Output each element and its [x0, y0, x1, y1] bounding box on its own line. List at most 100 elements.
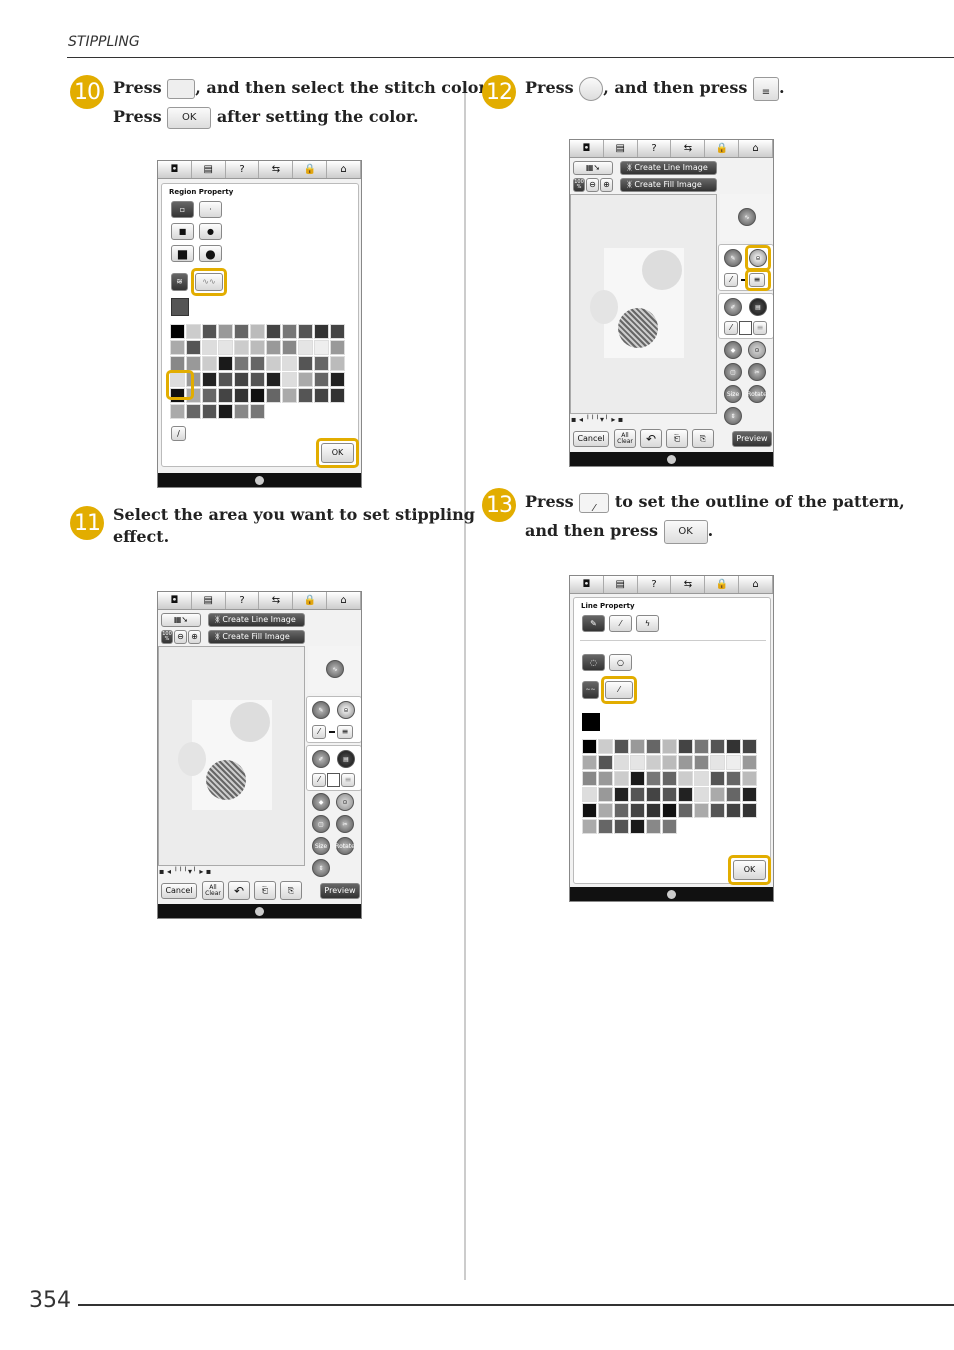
- color-swatch[interactable]: [614, 755, 629, 770]
- color-swatch[interactable]: [614, 819, 629, 834]
- move-icon[interactable]: ⇕: [724, 407, 742, 425]
- color-swatch[interactable]: [726, 787, 741, 802]
- triple-stitch-button[interactable]: ○: [609, 654, 632, 671]
- camera-icon[interactable]: ◘: [158, 161, 192, 178]
- rotate-right-icon[interactable]: ⎘: [692, 429, 714, 448]
- color-swatch[interactable]: [282, 356, 297, 371]
- all-clear-button[interactable]: All Clear: [614, 429, 636, 448]
- fill-stitch-icon[interactable]: ▤: [749, 298, 767, 316]
- color-swatch[interactable]: [710, 803, 725, 818]
- select-area-icon[interactable]: ▢: [312, 815, 330, 833]
- color-swatch[interactable]: [646, 819, 661, 834]
- lock-icon[interactable]: 🔒: [293, 161, 328, 178]
- color-swatch[interactable]: [598, 739, 613, 754]
- color-swatch[interactable]: [726, 755, 741, 770]
- eraser-icon[interactable]: ◆: [724, 341, 742, 359]
- color-swatch[interactable]: [314, 340, 329, 355]
- color-swatch[interactable]: [646, 755, 661, 770]
- color-swatch[interactable]: [662, 803, 677, 818]
- color-swatch[interactable]: [298, 356, 313, 371]
- fill-eyedropper-icon[interactable]: ⁄: [312, 773, 326, 787]
- color-swatch[interactable]: [582, 819, 597, 834]
- magnify-icon[interactable]: ⊙: [336, 793, 354, 811]
- color-swatch[interactable]: [678, 755, 693, 770]
- color-swatch[interactable]: [266, 372, 281, 387]
- running-stitch-button[interactable]: ◌: [582, 654, 605, 671]
- zoom-out-button[interactable]: ⊖: [586, 178, 599, 192]
- color-swatch[interactable]: [202, 388, 217, 403]
- stitch-type-button[interactable]: ∼∼: [582, 681, 599, 699]
- preview-button[interactable]: Preview: [320, 883, 360, 899]
- color-swatch[interactable]: [202, 404, 217, 419]
- color-swatch[interactable]: [170, 324, 185, 339]
- select-area-icon[interactable]: ▢: [724, 363, 742, 381]
- color-swatch[interactable]: [662, 787, 677, 802]
- color-swatch[interactable]: [202, 372, 217, 387]
- camera-icon[interactable]: ◘: [570, 576, 604, 593]
- color-swatch[interactable]: [726, 803, 741, 818]
- color-swatch[interactable]: [726, 771, 741, 786]
- color-swatch[interactable]: [614, 787, 629, 802]
- color-swatch[interactable]: [678, 803, 693, 818]
- color-swatch[interactable]: [742, 771, 757, 786]
- flip-icon[interactable]: ⇆: [671, 576, 706, 593]
- straight-line-button[interactable]: ⁄: [609, 615, 632, 632]
- color-swatch[interactable]: [330, 388, 345, 403]
- line-tool-button[interactable]: ✎: [582, 615, 605, 632]
- color-swatch[interactable]: [598, 819, 613, 834]
- color-swatch[interactable]: [234, 404, 249, 419]
- color-swatch[interactable]: [694, 755, 709, 770]
- zoom-in-button[interactable]: ⊕: [600, 178, 613, 192]
- color-swatch[interactable]: [314, 388, 329, 403]
- create-fill-image-button[interactable]: ᛤ Create Fill Image: [620, 178, 717, 192]
- no-color-button[interactable]: ∕: [171, 426, 186, 441]
- create-line-image-button[interactable]: ᛤ Create Line Image: [620, 161, 717, 175]
- density-slider[interactable]: ▪ ◂ ╵╵╵▾╵ ▸ ▪: [159, 867, 239, 877]
- stipple-size-tiny-button[interactable]: ·: [199, 201, 222, 218]
- color-swatch[interactable]: [234, 388, 249, 403]
- design-canvas[interactable]: [158, 646, 305, 866]
- zigzag-stitch-button[interactable]: ≋: [171, 273, 188, 291]
- rotate-right-icon[interactable]: ⎘: [280, 881, 302, 900]
- color-swatch[interactable]: [218, 372, 233, 387]
- home-icon[interactable]: ⌂: [327, 161, 361, 178]
- scissors-icon[interactable]: ✂: [336, 815, 354, 833]
- color-swatch[interactable]: [218, 340, 233, 355]
- color-swatch[interactable]: [298, 324, 313, 339]
- color-swatch[interactable]: [598, 755, 613, 770]
- cancel-button[interactable]: Cancel: [161, 883, 197, 899]
- color-swatch[interactable]: [186, 404, 201, 419]
- color-swatch[interactable]: [630, 803, 645, 818]
- help-icon[interactable]: ?: [225, 592, 260, 609]
- color-swatch[interactable]: [614, 739, 629, 754]
- color-swatch[interactable]: [202, 340, 217, 355]
- zigzag-line-button[interactable]: ϟ: [636, 615, 659, 632]
- color-swatch[interactable]: [646, 739, 661, 754]
- size-button[interactable]: Size: [312, 837, 330, 855]
- color-swatch[interactable]: [266, 340, 281, 355]
- color-swatch[interactable]: [186, 356, 201, 371]
- color-swatch[interactable]: [218, 388, 233, 403]
- color-swatch[interactable]: [330, 324, 345, 339]
- home-icon[interactable]: ⌂: [739, 140, 773, 157]
- zoom-in-button[interactable]: ⊕: [188, 630, 201, 644]
- color-swatch[interactable]: [282, 340, 297, 355]
- color-swatch[interactable]: [630, 771, 645, 786]
- lock-icon[interactable]: 🔒: [705, 140, 740, 157]
- home-icon[interactable]: ⌂: [739, 576, 773, 593]
- circle-large-button[interactable]: ●: [199, 245, 222, 262]
- load-image-button[interactable]: ▦➘: [161, 613, 201, 627]
- memory-icon[interactable]: ▤: [191, 161, 226, 178]
- color-swatch[interactable]: [330, 340, 345, 355]
- color-swatch[interactable]: [218, 356, 233, 371]
- line-property-icon[interactable]: ≡: [337, 725, 353, 739]
- color-swatch[interactable]: [598, 803, 613, 818]
- lock-icon[interactable]: 🔒: [705, 576, 740, 593]
- color-swatch[interactable]: [314, 356, 329, 371]
- color-swatch[interactable]: [266, 388, 281, 403]
- rotate-button[interactable]: Rotate: [335, 837, 355, 855]
- help-icon[interactable]: ?: [637, 576, 672, 593]
- color-swatch[interactable]: [202, 324, 217, 339]
- color-swatch[interactable]: [710, 755, 725, 770]
- fill-property-icon[interactable]: ≡: [753, 321, 767, 335]
